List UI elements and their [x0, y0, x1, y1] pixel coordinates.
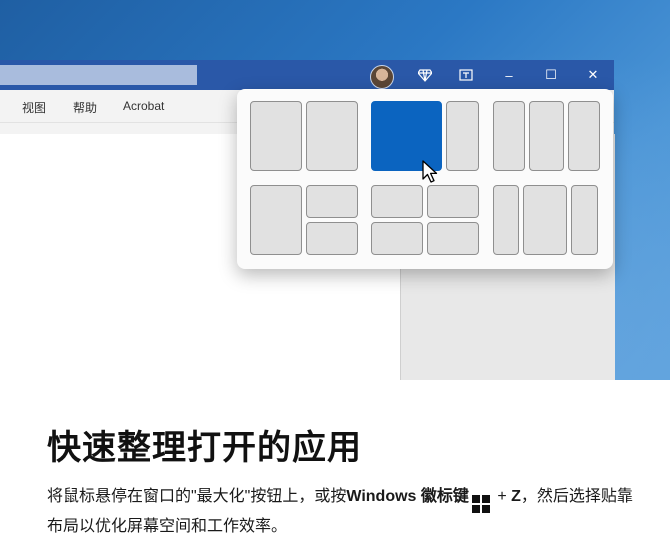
maximize-icon[interactable]: ☐: [540, 60, 562, 90]
snap-stack: [427, 185, 479, 255]
snap-layout-quadrants: [371, 185, 479, 255]
z-key-label: Z: [511, 488, 521, 505]
snap-zone[interactable]: [571, 185, 598, 255]
snap-zone[interactable]: [427, 185, 479, 218]
page-title: 快速整理打开的应用: [47, 429, 362, 467]
snap-zone[interactable]: [250, 101, 302, 171]
snap-layout-thirds: [493, 101, 600, 171]
snap-zone[interactable]: [568, 101, 600, 171]
snap-zone[interactable]: [523, 185, 567, 255]
snap-zone[interactable]: [306, 222, 358, 255]
description-text: 将鼠标悬停在窗口的"最大化"按钮上，或按Windows 徽标键 + Z，然后选择…: [47, 483, 637, 540]
snap-zone[interactable]: [250, 185, 302, 255]
title-bar: – ☐ ✕: [0, 60, 614, 90]
menu-item-acrobat[interactable]: Acrobat: [123, 99, 164, 113]
restore-icon[interactable]: [455, 60, 477, 90]
snap-layout-wide-center: [493, 185, 598, 255]
snap-zone[interactable]: [306, 185, 358, 218]
mouse-cursor-icon: [422, 160, 438, 183]
snap-zone[interactable]: [371, 185, 423, 218]
avatar[interactable]: [370, 65, 394, 89]
snap-stack: [306, 185, 358, 255]
hero-image: – ☐ ✕ 视图 帮助 Acrobat: [0, 0, 670, 380]
snap-zone[interactable]: [446, 101, 479, 171]
close-icon[interactable]: ✕: [582, 60, 604, 90]
snap-zone[interactable]: [371, 222, 423, 255]
windows-logo-icon: [471, 495, 490, 513]
snap-stack: [371, 185, 423, 255]
description-part: +: [492, 488, 512, 505]
snap-zone[interactable]: [529, 101, 564, 171]
menu-item-view[interactable]: 视图: [22, 99, 46, 116]
minimize-icon[interactable]: –: [498, 60, 520, 90]
windows-key-label: Windows 徽标键: [346, 488, 469, 505]
menu-item-help[interactable]: 帮助: [73, 99, 97, 116]
diamond-icon[interactable]: [414, 60, 436, 90]
snap-zone[interactable]: [493, 101, 525, 171]
description-part: 将鼠标悬停在窗口的"最大化"按钮上，或按: [47, 488, 347, 505]
snap-zone[interactable]: [427, 222, 479, 255]
snap-zone[interactable]: [306, 101, 358, 171]
title-search-field[interactable]: [0, 65, 197, 85]
snap-layout-halves: [250, 101, 358, 171]
snap-layout-left-split-right: [250, 185, 358, 255]
snap-zone[interactable]: [493, 185, 519, 255]
